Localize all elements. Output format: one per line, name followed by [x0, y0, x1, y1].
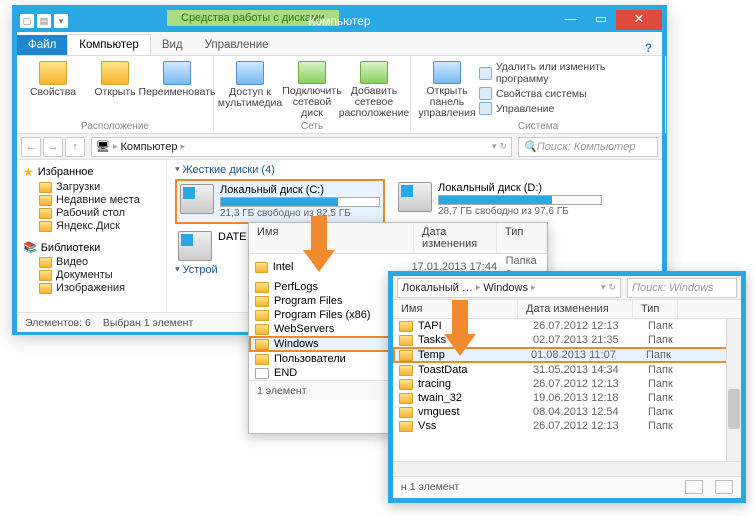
- tab-manage[interactable]: Управление: [194, 35, 280, 55]
- status-bar: н 1 элемент: [393, 476, 741, 496]
- breadcrumb[interactable]: 🖥 ▸ Компьютер ▸ ▾↻: [91, 137, 512, 157]
- search-input[interactable]: 🔍 Поиск: Компьютер: [518, 137, 658, 157]
- qat-icon[interactable]: ▾: [54, 14, 68, 28]
- group-label: Расположение: [17, 121, 213, 132]
- folder-row[interactable]: TAPI26.07.2012 12:13Папк: [393, 319, 741, 333]
- computer-icon: 🖥: [96, 140, 110, 153]
- search-input[interactable]: Поиск: Windows: [627, 278, 737, 298]
- status-selection: Выбран 1 элемент: [103, 317, 193, 329]
- properties-button[interactable]: Свойства: [23, 59, 83, 119]
- group-label: Сеть: [214, 121, 410, 132]
- scrollbar-horizontal[interactable]: [393, 461, 741, 476]
- drive-icon: [398, 182, 432, 212]
- drive-label: Локальный диск (D:): [438, 182, 602, 194]
- map-drive-button[interactable]: Подключить сетевой диск: [282, 59, 342, 119]
- address-bar: ← → ↑ 🖥 ▸ Компьютер ▸ ▾↻ 🔍 Поиск: Компью…: [17, 134, 662, 160]
- ribbon-tabs: Файл Компьютер Вид Управление ?: [17, 32, 662, 56]
- drive-c[interactable]: Локальный диск (C:) 21,3 ГБ свободно из …: [175, 179, 385, 224]
- address-bar: Локальный …▸ Windows▸ ▾↻ Поиск: Windows: [393, 276, 741, 300]
- sidebar-item-docs[interactable]: Документы: [23, 269, 160, 281]
- folder-row[interactable]: Vss26.07.2012 12:13Папк: [393, 419, 741, 433]
- system-properties-link[interactable]: Свойства системы: [479, 87, 659, 100]
- sidebar-item-yadisk[interactable]: Яндекс.Диск: [23, 220, 160, 232]
- open-button[interactable]: Открыть: [85, 59, 145, 119]
- qat-icon[interactable]: ▤: [37, 14, 51, 28]
- breadcrumb[interactable]: Локальный …▸ Windows▸ ▾↻: [397, 278, 621, 298]
- sidebar-item-pics[interactable]: Изображения: [23, 282, 160, 294]
- media-access-button[interactable]: Доступ к мультимедиа: [220, 59, 280, 119]
- window-title: Компьютер: [308, 14, 370, 28]
- view-large-icon[interactable]: [715, 480, 733, 494]
- help-icon[interactable]: ?: [645, 43, 662, 55]
- drive-d[interactable]: Локальный диск (D:) 28,7 ГБ свободно из …: [395, 179, 605, 224]
- control-panel-button[interactable]: Открыть панель управления: [417, 59, 477, 119]
- explorer-window-windows: Локальный …▸ Windows▸ ▾↻ Поиск: Windows …: [388, 271, 746, 503]
- tab-file[interactable]: Файл: [17, 35, 67, 55]
- close-button[interactable]: ✕: [616, 10, 662, 30]
- add-netloc-button[interactable]: Добавить сетевое расположение: [344, 59, 404, 119]
- tab-view[interactable]: Вид: [151, 35, 194, 55]
- status-item-count: Элементов: 6: [25, 317, 91, 329]
- sidebar-item-downloads[interactable]: Загрузки: [23, 181, 160, 193]
- drive-icon: [180, 184, 214, 214]
- nav-fwd-button[interactable]: →: [43, 137, 63, 157]
- category-hdd[interactable]: Жесткие диски (4): [175, 164, 654, 176]
- nav-up-button[interactable]: ↑: [65, 137, 85, 157]
- nav-back-button[interactable]: ←: [21, 137, 41, 157]
- manage-link[interactable]: Управление: [479, 102, 659, 115]
- column-headers[interactable]: Имя Дата изменения Тип: [249, 223, 547, 254]
- scrollbar-vertical[interactable]: [726, 319, 741, 461]
- uninstall-program-link[interactable]: Удалить или изменить программу: [479, 61, 659, 85]
- maximize-button[interactable]: ▭: [586, 10, 616, 30]
- drive-free: 28,7 ГБ свободно из 97,6 ГБ: [438, 206, 602, 217]
- view-details-icon[interactable]: [685, 480, 703, 494]
- folder-row[interactable]: ToastData31.05.2013 14:34Папк: [393, 363, 741, 377]
- sidebar-item-recent[interactable]: Недавние места: [23, 194, 160, 206]
- rename-button[interactable]: Переименовать: [147, 59, 207, 119]
- column-headers[interactable]: Имя Дата изменения Тип: [393, 300, 741, 319]
- favorites-header[interactable]: ★Избранное: [23, 165, 160, 179]
- titlebar[interactable]: ▢ ▤ ▾ Средства работы с дисками Компьюте…: [17, 10, 662, 32]
- drive-label: Локальный диск (C:): [220, 184, 380, 196]
- folder-row[interactable]: tracing26.07.2012 12:13Папк: [393, 377, 741, 391]
- drive-free: 21,3 ГБ свободно из 82,5 ГБ: [220, 208, 380, 219]
- status-selection: 1 элемент: [257, 385, 307, 397]
- group-label: Система: [411, 121, 665, 132]
- qat-icon[interactable]: ▢: [20, 14, 34, 28]
- folder-row[interactable]: twain_3219.06.2013 12:18Папк: [393, 391, 741, 405]
- nav-pane: ★Избранное Загрузки Недавние места Рабоч…: [17, 160, 167, 312]
- status-selection: н 1 элемент: [401, 481, 459, 493]
- sidebar-item-desktop[interactable]: Рабочий стол: [23, 207, 160, 219]
- ribbon: Свойства Открыть Переименовать Расположе…: [17, 56, 662, 134]
- sidebar-item-video[interactable]: Видео: [23, 256, 160, 268]
- minimize-button[interactable]: —: [556, 10, 586, 30]
- tab-computer[interactable]: Компьютер: [67, 34, 151, 55]
- folder-row[interactable]: vmguest08.04.2013 12:54Папк: [393, 405, 741, 419]
- libraries-header[interactable]: 📚Библиотеки: [23, 241, 160, 254]
- drive-icon: [178, 231, 212, 261]
